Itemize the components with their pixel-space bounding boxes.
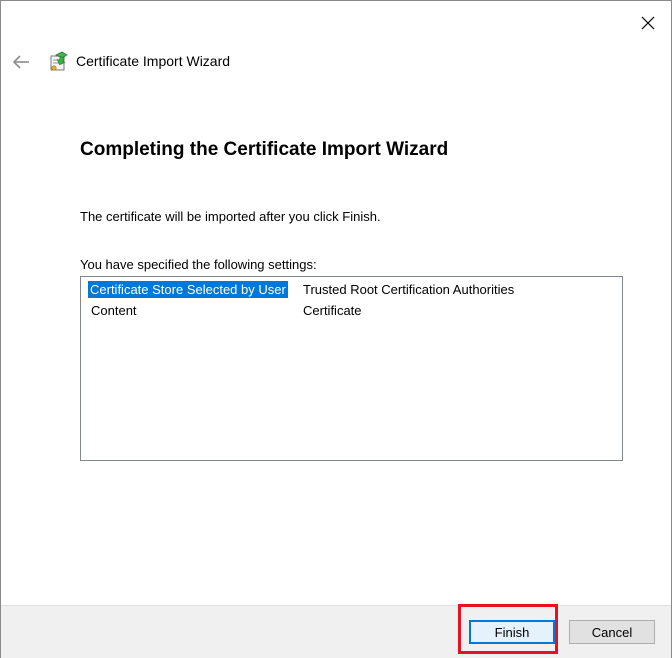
button-bar: Finish Cancel xyxy=(1,605,671,658)
wizard-title: Certificate Import Wizard xyxy=(76,53,231,69)
certificate-icon xyxy=(50,51,68,71)
page-heading: Completing the Certificate Import Wizard xyxy=(80,139,449,160)
page-description: The certificate will be imported after y… xyxy=(80,209,381,224)
close-button[interactable] xyxy=(633,9,663,37)
setting-value: Certificate xyxy=(303,303,362,318)
setting-value: Trusted Root Certification Authorities xyxy=(303,282,515,297)
list-item[interactable]: Certificate Store Selected by User Trust… xyxy=(81,279,622,299)
back-button[interactable] xyxy=(9,50,33,74)
settings-list[interactable]: Certificate Store Selected by User Trust… xyxy=(80,276,623,461)
back-arrow-icon xyxy=(12,55,29,69)
list-item[interactable]: Content Certificate xyxy=(81,300,622,320)
close-icon xyxy=(641,16,655,30)
title-bar xyxy=(1,1,671,45)
cancel-button[interactable]: Cancel xyxy=(569,620,655,644)
setting-key: Content xyxy=(91,303,137,318)
settings-label: You have specified the following setting… xyxy=(80,257,317,272)
wizard-window: Certificate Import Wizard Completing the… xyxy=(0,0,672,658)
wizard-header: Certificate Import Wizard xyxy=(1,45,671,79)
finish-button[interactable]: Finish xyxy=(469,620,555,644)
setting-key: Certificate Store Selected by User xyxy=(88,281,288,298)
